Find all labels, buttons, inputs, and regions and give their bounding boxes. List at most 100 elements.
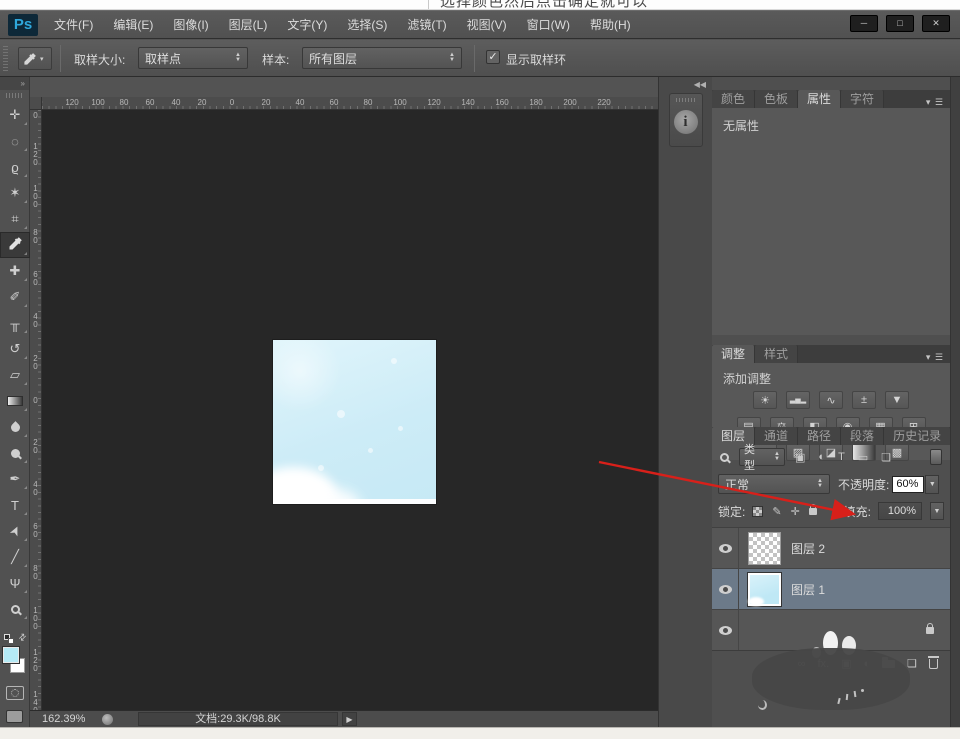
magic-wand-tool[interactable]: ✶	[0, 180, 30, 206]
sample-size-select[interactable]: 取样点 ▲▼	[138, 47, 248, 69]
toolbar-collapse-button[interactable]: »	[0, 77, 29, 90]
collapsed-panel-dock: ◀◀ i	[658, 77, 712, 727]
panel-menu-icon[interactable]: ▾ ☰	[926, 352, 950, 363]
adj-levels[interactable]: ▃▅▂	[786, 391, 810, 409]
menu-item-1[interactable]: 编辑(E)	[103, 11, 163, 40]
tab-adjustments-0[interactable]: 调整	[712, 345, 755, 363]
lock-paint-icon[interactable]: ✎	[772, 505, 781, 518]
filter-pixel-layers-icon[interactable]: ▣	[795, 451, 805, 464]
clone-stamp-tool[interactable]: ╥	[0, 310, 30, 336]
adj-vibrance[interactable]: ▼	[885, 391, 909, 409]
line-tool[interactable]: ╱	[0, 544, 30, 570]
eraser-tool[interactable]: ▱	[0, 362, 30, 388]
adj-exposure[interactable]: ±	[852, 391, 876, 409]
menu-item-2[interactable]: 图像(I)	[163, 11, 218, 40]
lock-all-icon[interactable]	[809, 505, 817, 518]
new-layer-icon[interactable]: ❏	[907, 657, 917, 670]
filter-toggle-icon[interactable]	[930, 449, 942, 465]
visibility-toggle[interactable]	[712, 610, 739, 651]
tab-layers-3[interactable]: 段落	[841, 427, 884, 445]
ruler-label: 220	[597, 98, 610, 107]
maximize-button[interactable]: □	[886, 15, 914, 32]
menu-item-3[interactable]: 图层(L)	[219, 11, 278, 40]
lock-position-icon[interactable]: ✛	[791, 505, 800, 518]
filter-shape-layers-icon[interactable]: ▭	[858, 451, 868, 464]
tab-properties-2[interactable]: 属性	[798, 90, 841, 108]
quick-mask-button[interactable]	[6, 686, 24, 700]
brush-tool-icon: ✐	[10, 289, 21, 305]
tab-adjustments-1[interactable]: 样式	[755, 345, 798, 363]
fill-caret[interactable]: ▼	[930, 502, 944, 520]
info-panel-button[interactable]: i	[669, 93, 703, 147]
tab-properties-1[interactable]: 色板	[755, 90, 798, 108]
zoom-level[interactable]: 162.39%	[42, 713, 85, 725]
healing-brush-tool[interactable]: ✚	[0, 258, 30, 284]
move-tool[interactable]: ✛	[0, 102, 30, 128]
history-brush-tool[interactable]: ↺	[0, 336, 30, 362]
blur-tool[interactable]	[0, 414, 30, 440]
type-tool[interactable]: T	[0, 492, 30, 518]
panel-menu-icon[interactable]: ▾ ☰	[926, 97, 950, 108]
ruler-label: 0	[30, 397, 41, 405]
crop-tool[interactable]: ⌗	[0, 206, 30, 232]
updown-icon: ▲▼	[809, 479, 823, 489]
adj-brightness-contrast[interactable]: ☀	[753, 391, 777, 409]
layer-row-1[interactable]: 图层 1	[712, 569, 950, 610]
brush-tool[interactable]: ✐	[0, 284, 30, 310]
minimize-button[interactable]: ─	[850, 15, 878, 32]
ruler-label: 2 0	[30, 439, 41, 455]
filter-kind-select[interactable]: 类型 ▲▼	[739, 448, 785, 466]
fill-value[interactable]: 100%	[878, 502, 922, 520]
adj-curves[interactable]: ∿	[819, 391, 843, 409]
menu-item-8[interactable]: 窗口(W)	[517, 11, 580, 40]
bubble	[318, 465, 324, 471]
marquee-tool[interactable]: ◌	[0, 128, 30, 154]
dodge-tool[interactable]	[0, 440, 30, 466]
opacity-caret[interactable]: ▼	[925, 475, 939, 494]
swap-colors-icon[interactable]: ⇄	[17, 631, 30, 644]
hand-tool[interactable]: Ψ	[0, 570, 30, 596]
gradient-tool[interactable]	[0, 388, 30, 414]
menu-item-0[interactable]: 文件(F)	[44, 11, 103, 40]
filter-smart-objects-icon[interactable]: ❏	[881, 451, 891, 464]
blend-mode-select[interactable]: 正常 ▲▼	[718, 474, 830, 494]
tab-layers-4[interactable]: 历史记录	[884, 427, 951, 445]
lasso-tool[interactable]: ϱ	[0, 154, 30, 180]
menu-item-4[interactable]: 文字(Y)	[277, 11, 337, 40]
path-selection-tool[interactable]: ➤	[0, 518, 30, 544]
layer-thumbnail[interactable]	[748, 532, 781, 565]
filter-type-layers-icon[interactable]: T	[838, 451, 845, 464]
sample-select[interactable]: 所有图层 ▲▼	[302, 47, 462, 69]
lock-transparency-icon[interactable]	[752, 505, 763, 518]
menu-item-5[interactable]: 选择(S)	[337, 11, 397, 40]
visibility-toggle[interactable]	[712, 528, 739, 569]
show-sampling-ring-checkbox[interactable]: ✓	[486, 50, 500, 64]
sample-label: 样本:	[262, 51, 289, 68]
tab-properties-0[interactable]: 颜色	[712, 90, 755, 108]
menu-item-6[interactable]: 滤镜(T)	[397, 11, 456, 40]
visibility-toggle[interactable]	[712, 569, 739, 610]
filter-adjustment-layers-icon[interactable]: ◐	[818, 451, 825, 464]
status-expand-button[interactable]: ▶	[342, 712, 357, 726]
ruler-label: 80	[120, 98, 129, 107]
tab-properties-3[interactable]: 字符	[841, 90, 884, 108]
zoom-tool[interactable]	[0, 596, 30, 622]
delete-layer-icon[interactable]	[929, 659, 938, 669]
menu-item-7[interactable]: 视图(V)	[457, 11, 517, 40]
eyedropper-preset-button[interactable]: ▾	[18, 47, 52, 70]
ruler-label: 40	[172, 98, 181, 107]
dock-grip	[676, 98, 696, 102]
screen-mode-button[interactable]	[6, 710, 23, 723]
ruler-label: 20	[262, 98, 271, 107]
pen-tool[interactable]: ✒	[0, 466, 30, 492]
eyedropper-tool[interactable]	[0, 232, 30, 258]
close-button[interactable]: ✕	[922, 15, 950, 32]
menu-item-9[interactable]: 帮助(H)	[580, 11, 641, 40]
lock-icon	[926, 627, 934, 634]
foreground-color-swatch[interactable]	[3, 647, 19, 663]
layer-row-0[interactable]: 图层 2	[712, 528, 950, 569]
tab-layers-2[interactable]: 路径	[798, 427, 841, 445]
opacity-input[interactable]: 60%	[892, 476, 924, 493]
dock-collapse-button[interactable]: ◀◀	[659, 77, 712, 89]
layer-thumbnail[interactable]	[748, 573, 781, 606]
